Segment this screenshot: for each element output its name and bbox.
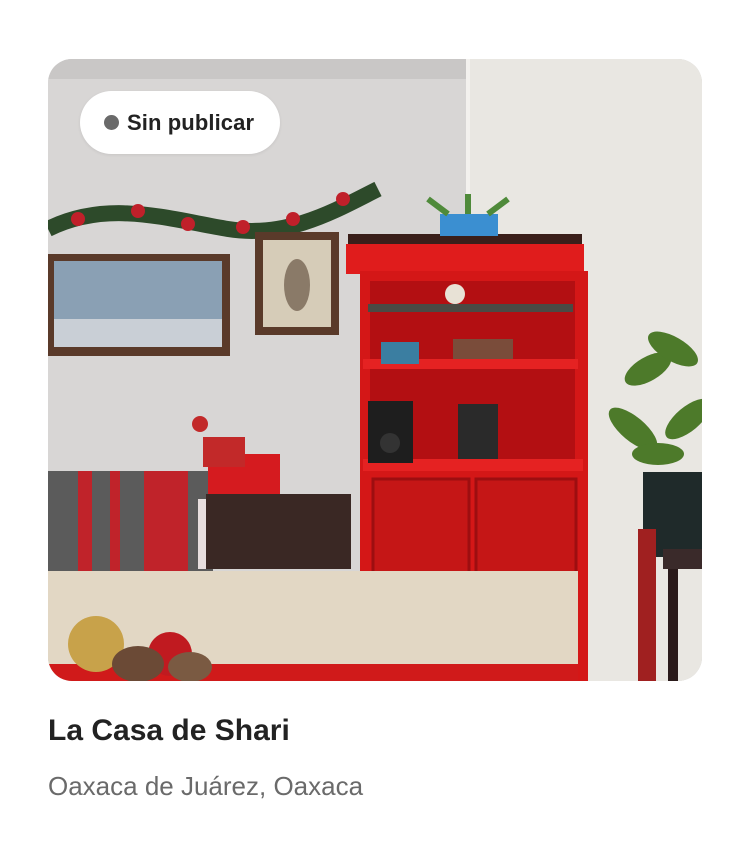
- listing-card[interactable]: Sin publicar: [48, 59, 702, 681]
- listing-title[interactable]: La Casa de Shari: [48, 714, 290, 748]
- status-badge-label: Sin publicar: [127, 109, 255, 135]
- status-dot-icon: [104, 115, 119, 130]
- listing-location: Oaxaca de Juárez, Oaxaca: [48, 771, 364, 801]
- status-badge: Sin publicar: [80, 91, 281, 154]
